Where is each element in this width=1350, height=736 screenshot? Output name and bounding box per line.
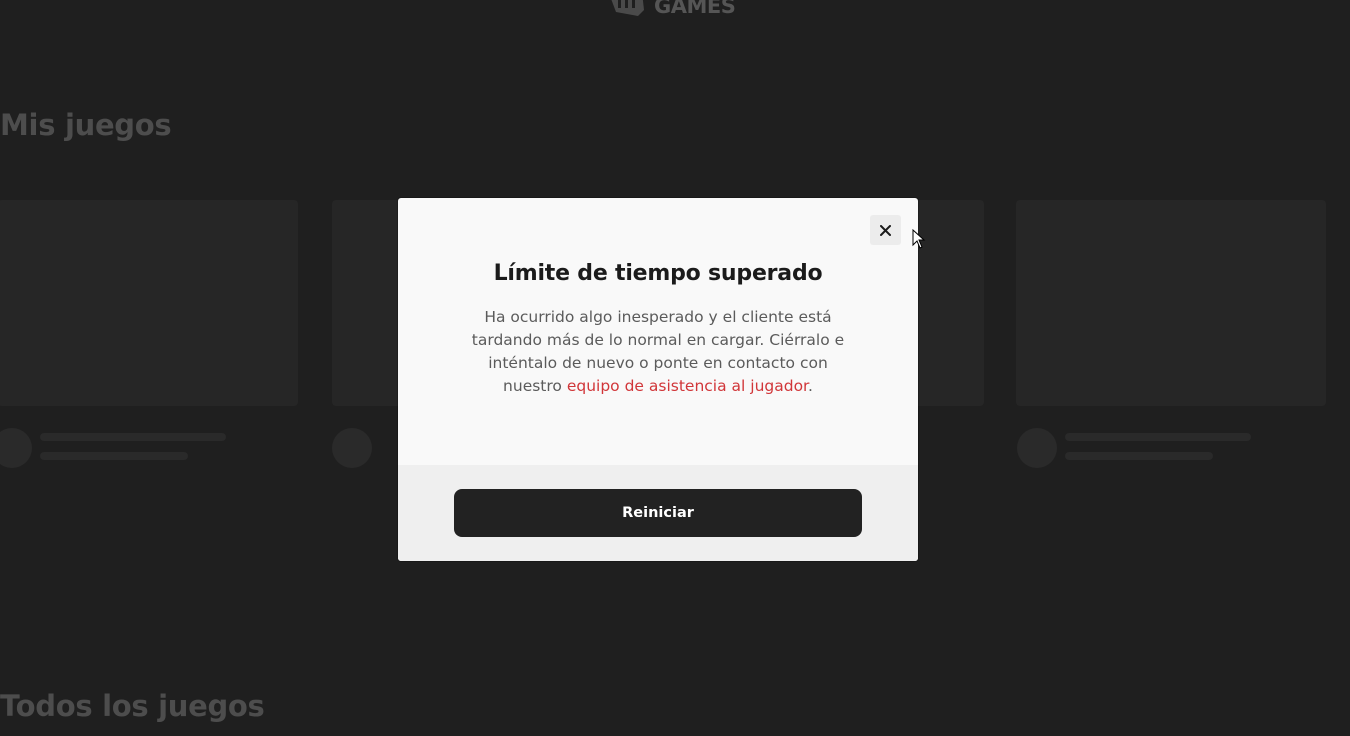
game-card-title-placeholder bbox=[1065, 433, 1251, 441]
game-card[interactable] bbox=[1016, 200, 1326, 406]
close-icon bbox=[880, 224, 891, 236]
riot-fist-icon bbox=[611, 0, 644, 16]
all-games-heading: Todos los juegos bbox=[0, 689, 265, 723]
dialog-message-end: . bbox=[808, 377, 813, 395]
app-window: GAMES Mis juegos Todos los juegos Límite… bbox=[0, 0, 1350, 736]
close-button[interactable] bbox=[870, 215, 901, 245]
logo-text: GAMES bbox=[654, 0, 736, 18]
dialog-title: Límite de tiempo superado bbox=[493, 261, 823, 286]
player-support-link[interactable]: equipo de asistencia al jugador bbox=[567, 377, 808, 395]
game-card-title-placeholder bbox=[40, 433, 226, 441]
my-games-heading: Mis juegos bbox=[0, 108, 172, 142]
dialog-footer: Reiniciar bbox=[398, 465, 918, 561]
riot-games-logo: GAMES bbox=[608, 0, 736, 18]
game-card-subtitle-placeholder bbox=[1065, 452, 1213, 460]
game-card[interactable] bbox=[0, 200, 298, 406]
mouse-cursor-icon bbox=[912, 229, 926, 249]
game-card-subtitle-placeholder bbox=[40, 452, 188, 460]
dialog-message: Ha ocurrido algo inesperado y el cliente… bbox=[458, 306, 858, 398]
timeout-dialog: Límite de tiempo superado Ha ocurrido al… bbox=[398, 198, 918, 561]
restart-button[interactable]: Reiniciar bbox=[454, 489, 862, 537]
game-card-avatar bbox=[0, 428, 32, 468]
game-card-avatar bbox=[1017, 428, 1057, 468]
game-card-avatar bbox=[332, 428, 372, 468]
